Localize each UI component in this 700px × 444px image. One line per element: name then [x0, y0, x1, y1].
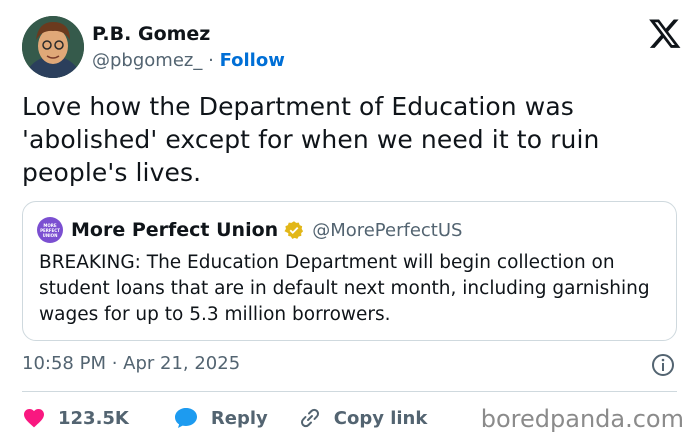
reply-bubble-icon: [174, 408, 197, 428]
link-icon: [300, 408, 319, 428]
tweet-text: Love how the Department of Education was…: [22, 92, 600, 187]
copy-link-label: Copy link: [333, 407, 428, 429]
quoted-tweet[interactable]: MORE PERFECT UNION More Perfect Union @M…: [22, 201, 677, 341]
copy-link-button[interactable]: Copy link: [298, 406, 428, 430]
reply-button[interactable]: Reply: [173, 406, 268, 430]
verified-badge-icon: [284, 220, 304, 240]
quoted-handle[interactable]: @MorePerfectUS: [312, 220, 462, 241]
quoted-tweet-header: MORE PERFECT UNION More Perfect Union @M…: [37, 216, 462, 244]
quoted-avatar-text: MORE PERFECT UNION: [40, 222, 60, 238]
heart-icon: [24, 409, 44, 428]
author-info: P.B. Gomez @pbgomez_ · Follow: [92, 22, 285, 74]
action-bar: 123.5K Reply Copy link: [22, 403, 427, 433]
x-logo-icon[interactable]: [648, 16, 682, 50]
reply-label: Reply: [210, 407, 268, 429]
info-icon[interactable]: [651, 353, 675, 377]
follow-button[interactable]: Follow: [220, 50, 285, 71]
watermark: boredpanda.com: [480, 405, 684, 433]
quoted-avatar[interactable]: MORE PERFECT UNION: [37, 217, 63, 243]
quoted-tweet-text: BREAKING: The Education Department will …: [39, 252, 650, 325]
quoted-display-name[interactable]: More Perfect Union: [71, 219, 278, 241]
tweet-header: P.B. Gomez @pbgomez_ · Follow: [22, 16, 682, 78]
timestamp[interactable]: 10:58 PM · Apr 21, 2025: [22, 353, 240, 374]
avatar[interactable]: [22, 16, 84, 78]
display-name[interactable]: P.B. Gomez: [92, 22, 285, 46]
handle[interactable]: @pbgomez_: [92, 50, 202, 71]
handle-line: @pbgomez_ · Follow: [92, 48, 285, 74]
like-button[interactable]: 123.5K: [22, 406, 129, 430]
separator: ·: [208, 50, 214, 71]
divider: [22, 391, 677, 392]
like-count: 123.5K: [58, 407, 129, 429]
